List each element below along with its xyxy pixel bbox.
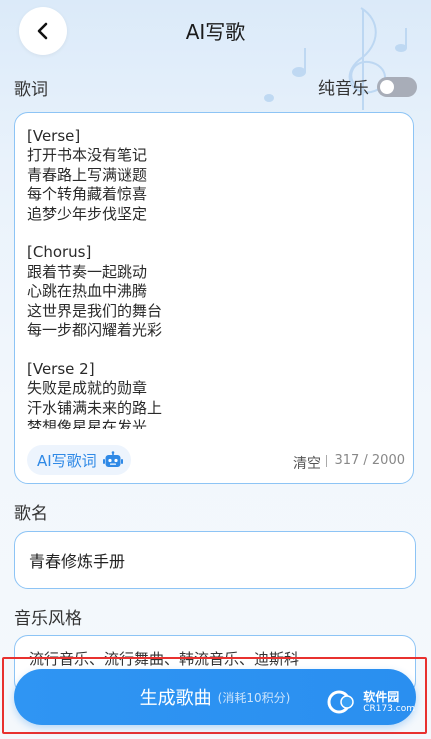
music-style-label: 音乐风格 xyxy=(14,609,82,629)
ai-write-lyrics-button[interactable]: AI写歌词 xyxy=(27,445,131,475)
song-name-value: 青春修炼手册 xyxy=(29,552,126,571)
pure-music-toggle-group: 纯音乐 xyxy=(318,74,417,99)
watermark-text: 软件园 xyxy=(363,689,400,704)
divider xyxy=(326,455,327,467)
clear-button[interactable]: 清空 xyxy=(293,453,321,473)
lyrics-text[interactable]: [Verse] 打开书本没有笔记 青春路上写满谜题 每个转角藏着惊喜 追梦少年步… xyxy=(27,127,401,429)
robot-icon xyxy=(102,451,123,467)
watermark-sub: CR173.com xyxy=(363,703,415,714)
char-counter: 317 / 2000 xyxy=(334,453,405,468)
pure-music-toggle[interactable] xyxy=(377,76,417,97)
pure-music-label: 纯音乐 xyxy=(318,79,369,99)
song-name-label: 歌名 xyxy=(14,504,48,524)
watermark: 软件园 CR173.com xyxy=(327,690,415,714)
toggle-knob xyxy=(380,79,394,94)
ai-write-lyrics-label: AI写歌词 xyxy=(37,451,97,470)
song-name-input[interactable]: 青春修炼手册 xyxy=(14,531,416,589)
music-note-icon xyxy=(264,7,407,110)
generate-label: 生成歌曲 xyxy=(139,688,212,709)
lyrics-label: 歌词 xyxy=(14,80,48,100)
watermark-logo-icon xyxy=(327,690,354,714)
lyrics-textarea[interactable]: [Verse] 打开书本没有笔记 青春路上写满谜题 每个转角藏着惊喜 追梦少年步… xyxy=(14,112,414,484)
generate-cost: (消耗10积分) xyxy=(217,690,291,705)
